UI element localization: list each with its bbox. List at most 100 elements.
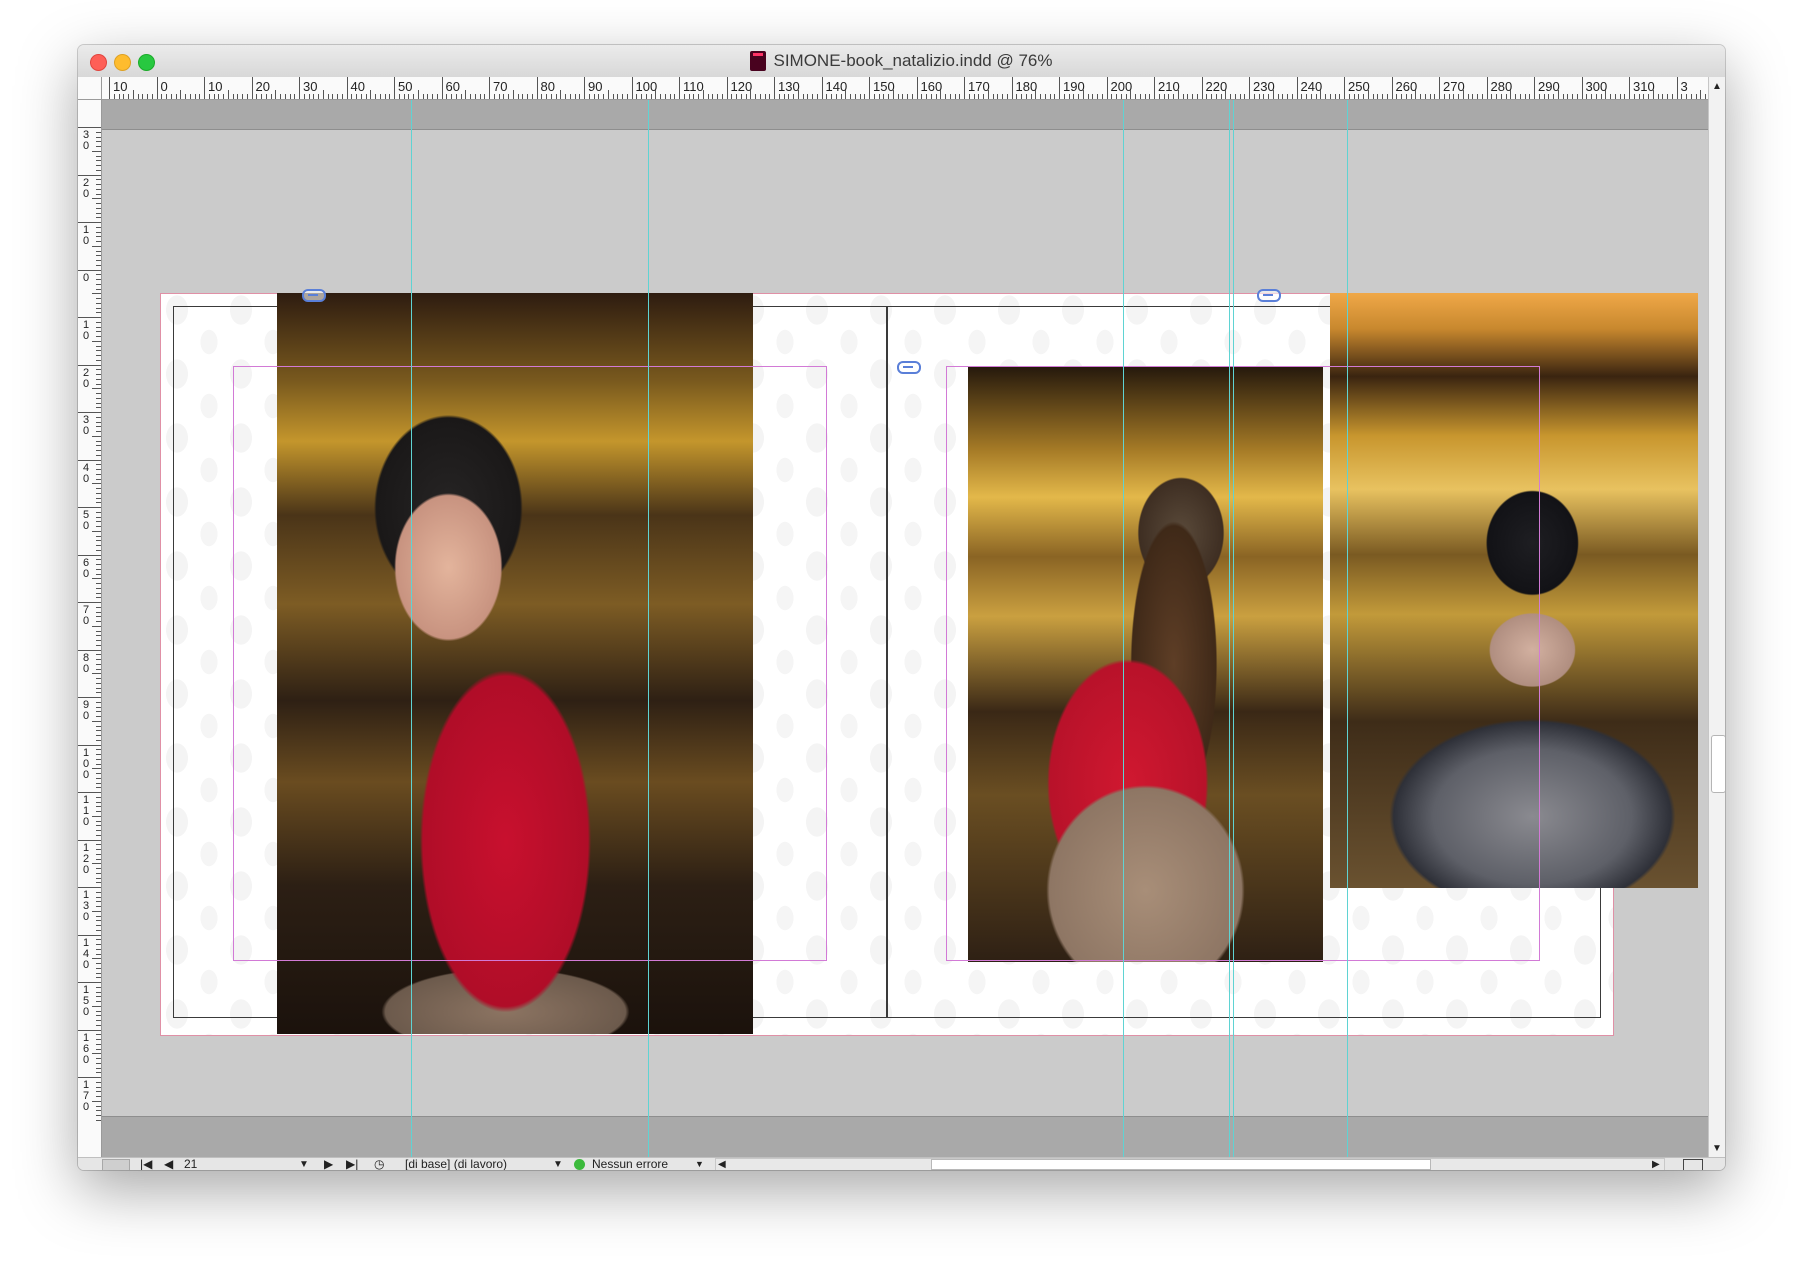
preflight-status[interactable]: Nessun errore (592, 1158, 668, 1171)
ruler-label: 220 (1205, 79, 1228, 94)
ruler-major-tick (869, 77, 870, 99)
ruler-major-tick (1629, 77, 1630, 99)
ruler-minor-tick (270, 94, 272, 99)
ruler-minor-tick (96, 397, 101, 399)
vertical-scroll-thumb[interactable] (1711, 735, 1725, 793)
ruler-minor-tick (1410, 94, 1412, 99)
horizontal-scroll-thumb[interactable] (931, 1159, 1431, 1170)
ruler-minor-tick (769, 94, 771, 99)
scroll-up-arrow-icon[interactable]: ▲ (1712, 81, 1722, 92)
ruler-minor-tick (92, 388, 101, 390)
vertical-ruler[interactable]: 3020100102030405060708090100110120130140… (78, 99, 102, 1157)
preflight-dropdown-icon[interactable]: ▼ (695, 1158, 704, 1170)
ruler-minor-tick (1078, 94, 1079, 99)
ruler-minor-tick (987, 90, 989, 99)
first-page-icon[interactable]: |◀ (140, 1158, 152, 1171)
ruler-major-tick (109, 77, 110, 99)
ruler-minor-tick (1510, 90, 1512, 99)
ruler-minor-tick (96, 393, 101, 394)
ruler-minor-tick (1610, 94, 1611, 99)
ruler-minor-tick (96, 725, 101, 727)
pasteboard[interactable] (102, 100, 1708, 1157)
ruler-minor-tick (96, 1039, 101, 1040)
page-number-field[interactable]: 21 (184, 1158, 197, 1171)
ruler-minor-tick (337, 94, 338, 99)
ruler-minor-tick (1595, 94, 1597, 99)
ruler-minor-tick (1481, 94, 1483, 99)
column-guide[interactable] (1347, 100, 1348, 1157)
ruler-minor-tick (96, 383, 101, 385)
ruler-minor-tick (96, 849, 101, 850)
ruler-minor-tick (892, 90, 894, 99)
master-dropdown-icon[interactable]: ▼ (553, 1158, 563, 1170)
ruler-major-tick (78, 269, 101, 271)
last-page-icon[interactable]: ▶| (346, 1158, 358, 1171)
ruler-minor-tick (96, 1034, 101, 1036)
ruler-minor-tick (1182, 94, 1184, 99)
column-guide[interactable] (1229, 100, 1230, 1157)
next-page-icon[interactable]: ▶ (324, 1158, 333, 1171)
ruler-minor-tick (96, 825, 101, 827)
vertical-scrollbar[interactable]: ▲ ▼ (1708, 77, 1725, 1157)
ruler-minor-tick (1405, 94, 1407, 99)
ruler-minor-tick (593, 94, 595, 99)
ruler-label: 60 (82, 556, 90, 580)
master-page-label[interactable]: [di base] (di lavoro) (405, 1158, 507, 1171)
horizontal-ruler[interactable]: 10 0 10 20 30 40 50 60 70 80 90 100 110 120 130 140 150 1… (78, 77, 1708, 100)
link-icon[interactable] (897, 361, 921, 374)
previous-page-icon[interactable]: ◀ (164, 1158, 173, 1171)
ruler-minor-tick (1643, 94, 1645, 99)
column-guide[interactable] (411, 100, 412, 1157)
ruler-minor-tick (1548, 94, 1550, 99)
ruler-minor-tick (289, 94, 291, 99)
ruler-minor-tick (683, 94, 685, 99)
scroll-left-arrow-icon[interactable]: ◀ (718, 1158, 726, 1170)
ruler-minor-tick (96, 801, 101, 803)
ruler-minor-tick (864, 94, 866, 99)
ruler-minor-tick (902, 94, 904, 99)
split-window-icon[interactable] (1683, 1159, 1703, 1170)
ruler-minor-tick (427, 94, 429, 99)
ruler-minor-tick (96, 331, 101, 333)
ruler-minor-tick (1196, 94, 1198, 99)
ruler-minor-tick (96, 545, 101, 546)
column-guide[interactable] (1123, 100, 1124, 1157)
clock-icon[interactable]: ◷ (374, 1158, 384, 1171)
ruler-minor-tick (96, 131, 101, 133)
ruler-minor-tick (854, 94, 856, 99)
ruler-major-tick (774, 77, 775, 99)
ruler-minor-tick (303, 94, 305, 99)
scroll-right-arrow-icon[interactable]: ▶ (1652, 1158, 1660, 1170)
ruler-major-tick (1486, 77, 1488, 99)
ruler-minor-tick (96, 739, 101, 741)
column-guide[interactable] (1233, 100, 1234, 1157)
ruler-minor-tick (96, 136, 101, 138)
page-dropdown-icon[interactable]: ▼ (299, 1158, 309, 1170)
ruler-minor-tick (96, 165, 101, 166)
ruler-minor-tick (636, 94, 638, 99)
ruler-minor-tick (96, 426, 101, 428)
view-toggle-icon[interactable] (102, 1159, 130, 1170)
ruler-minor-tick (911, 94, 913, 99)
ruler-major-tick (78, 317, 101, 318)
ruler-minor-tick (96, 896, 101, 898)
ruler-label: 0 (82, 271, 90, 284)
ruler-minor-tick (451, 94, 452, 99)
ruler-minor-tick (1657, 94, 1659, 99)
link-icon[interactable] (302, 289, 326, 302)
column-guide[interactable] (648, 100, 649, 1157)
ruler-label: 210 (1158, 79, 1180, 94)
ruler-minor-tick (142, 94, 144, 99)
ruler-origin[interactable] (78, 77, 102, 100)
ruler-minor-tick (96, 678, 101, 679)
ruler-minor-tick (1135, 94, 1136, 99)
horizontal-scrollbar[interactable] (715, 1158, 1665, 1170)
ruler-label: 190 (1063, 79, 1085, 94)
ruler-minor-tick (907, 94, 908, 99)
ruler-label: 10 (82, 224, 90, 247)
link-icon[interactable] (1257, 289, 1281, 302)
ruler-minor-tick (96, 1058, 101, 1059)
scroll-down-arrow-icon[interactable]: ▼ (1712, 1143, 1722, 1154)
ruler-label: 20 (82, 366, 90, 390)
ruler-minor-tick (968, 94, 970, 99)
